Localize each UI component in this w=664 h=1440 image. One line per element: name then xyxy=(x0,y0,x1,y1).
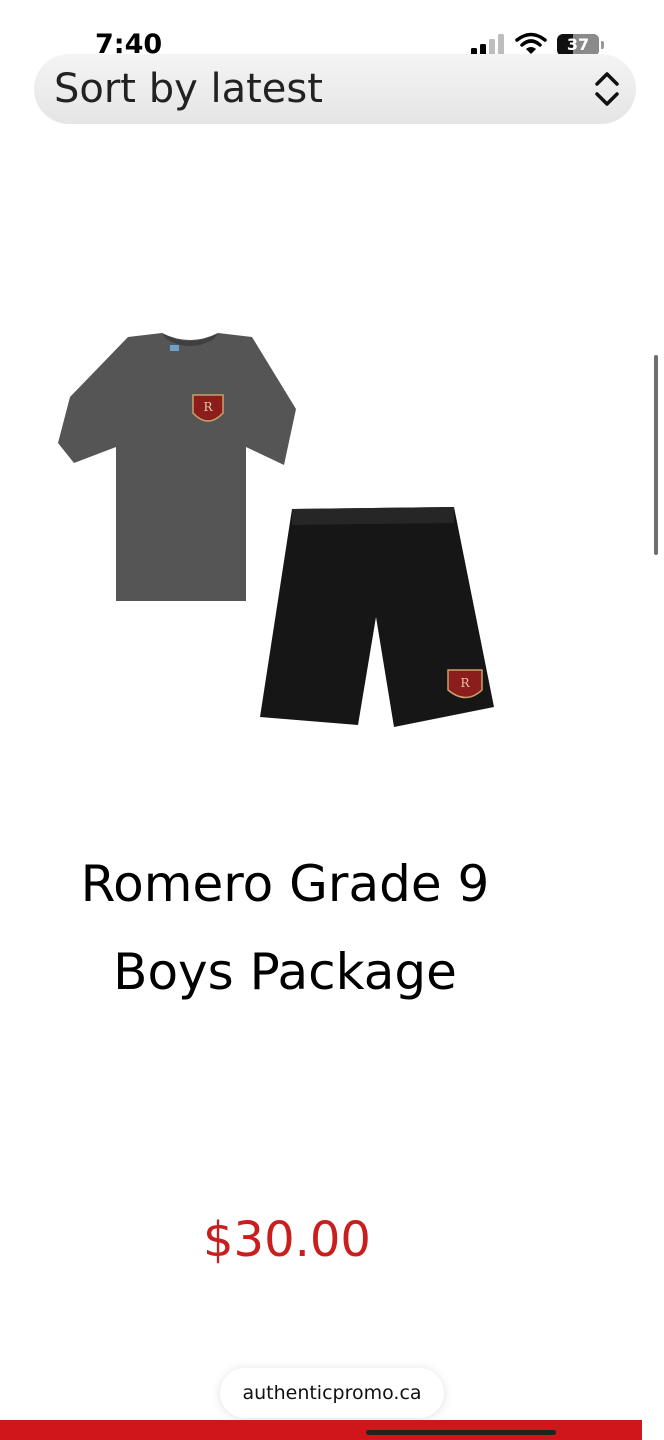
product-image[interactable]: R R xyxy=(50,325,510,745)
svg-text:R: R xyxy=(460,676,470,690)
home-indicator[interactable] xyxy=(366,1430,556,1435)
page-scrollbar[interactable] xyxy=(654,355,658,555)
battery-icon: 37 xyxy=(557,34,605,56)
shorts-image: R xyxy=(260,507,494,727)
product-title[interactable]: Romero Grade 9 Boys Package xyxy=(40,840,530,1016)
product-title-line-2: Boys Package xyxy=(113,943,457,1001)
tshirt-image: R xyxy=(58,333,296,601)
updown-chevron-icon xyxy=(595,72,619,106)
status-bar: 7:40 37 xyxy=(0,0,664,60)
battery-level: 37 xyxy=(566,35,590,54)
sort-select[interactable]: Sort by latest xyxy=(34,54,636,124)
product-title-line-1: Romero Grade 9 xyxy=(80,855,490,913)
product-price: $30.00 xyxy=(203,1212,371,1268)
browser-url-bar[interactable]: authenticpromo.ca xyxy=(220,1368,444,1418)
wifi-icon xyxy=(515,32,547,54)
sort-select-label: Sort by latest xyxy=(54,66,323,112)
cellular-signal-icon xyxy=(471,34,504,56)
svg-text:R: R xyxy=(203,400,213,414)
